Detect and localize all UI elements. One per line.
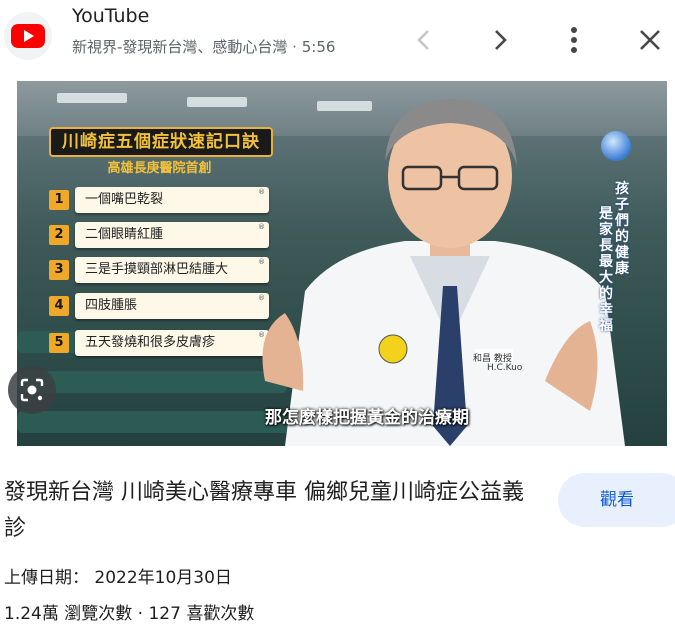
next-button[interactable] xyxy=(482,22,518,58)
video-subtitle: 新視界-發現新台灣、感動心台灣 · 5:56 xyxy=(72,38,336,56)
panel-title: 川崎症五個症狀速記口訣 xyxy=(49,127,273,157)
video-title[interactable]: 發現新台灣 川崎美心醫療專車 偏鄉兒童川崎症公益義診 xyxy=(4,475,534,547)
doctor-figure xyxy=(262,99,625,446)
lens-icon xyxy=(20,378,44,402)
lens-search-button[interactable] xyxy=(8,366,56,414)
side-text-2: 是家長最大的幸福 xyxy=(599,206,613,334)
more-vert-icon xyxy=(571,27,577,53)
header: YouTube 新視界-發現新台灣、感動心台灣 · 5:56 xyxy=(0,0,675,80)
symptom-item: 4 四肢腫脹 xyxy=(49,285,271,321)
symptom-item: 3 三是手摸頸部淋巴結腫大 xyxy=(49,249,271,285)
video-caption: 那怎麼樣把握黃金的治療期 xyxy=(265,408,469,428)
video-stats: 1.24萬 瀏覽次數 · 127 喜歡次數 xyxy=(4,604,255,624)
symptom-text: 一個嘴巴乾裂 xyxy=(75,179,269,213)
symptom-number: 3 xyxy=(49,260,69,280)
symptom-number: 4 xyxy=(49,296,69,316)
panel-subtitle: 高雄長庚醫院首創 xyxy=(107,161,212,176)
site-name[interactable]: YouTube xyxy=(72,5,149,27)
symptom-text: 三是手摸頸部淋巴結腫大 xyxy=(75,249,269,283)
chevron-right-icon xyxy=(495,30,507,50)
ceiling-light xyxy=(187,97,247,107)
symptom-item: 5 五天發燒和很多皮膚疹 xyxy=(49,322,271,358)
symptom-text: 四肢腫脹 xyxy=(75,285,269,319)
chevron-left-icon xyxy=(417,30,429,50)
globe-icon xyxy=(601,131,631,161)
symptom-item: 2 二個眼睛紅腫 xyxy=(49,214,271,250)
symptom-number: 2 xyxy=(49,225,69,245)
symptom-item: 1 一個嘴巴乾裂 xyxy=(49,179,271,215)
symptom-number: 5 xyxy=(49,333,69,353)
symptom-text: 二個眼睛紅腫 xyxy=(75,214,269,248)
upload-date: 上傳日期： 2022年10月30日 xyxy=(4,568,232,588)
more-options-button[interactable] xyxy=(556,22,592,58)
video-thumbnail[interactable]: 川崎症五個症狀速記口訣 高雄長庚醫院首創 1 一個嘴巴乾裂 2 二個眼睛紅腫 3… xyxy=(17,81,667,446)
name-badge: H.C.Kuo xyxy=(487,363,523,373)
symptom-text: 五天發燒和很多皮膚疹 xyxy=(75,322,269,356)
close-button[interactable] xyxy=(632,22,668,58)
side-text-1: 孩子們的健康 xyxy=(615,181,629,277)
previous-button[interactable] xyxy=(406,22,442,58)
ceiling-light xyxy=(57,93,127,103)
symptom-number: 1 xyxy=(49,190,69,210)
close-icon xyxy=(640,30,660,50)
visit-button[interactable]: 觀看 xyxy=(558,473,675,527)
channel-avatar[interactable] xyxy=(4,12,52,60)
youtube-logo-icon xyxy=(11,24,45,48)
